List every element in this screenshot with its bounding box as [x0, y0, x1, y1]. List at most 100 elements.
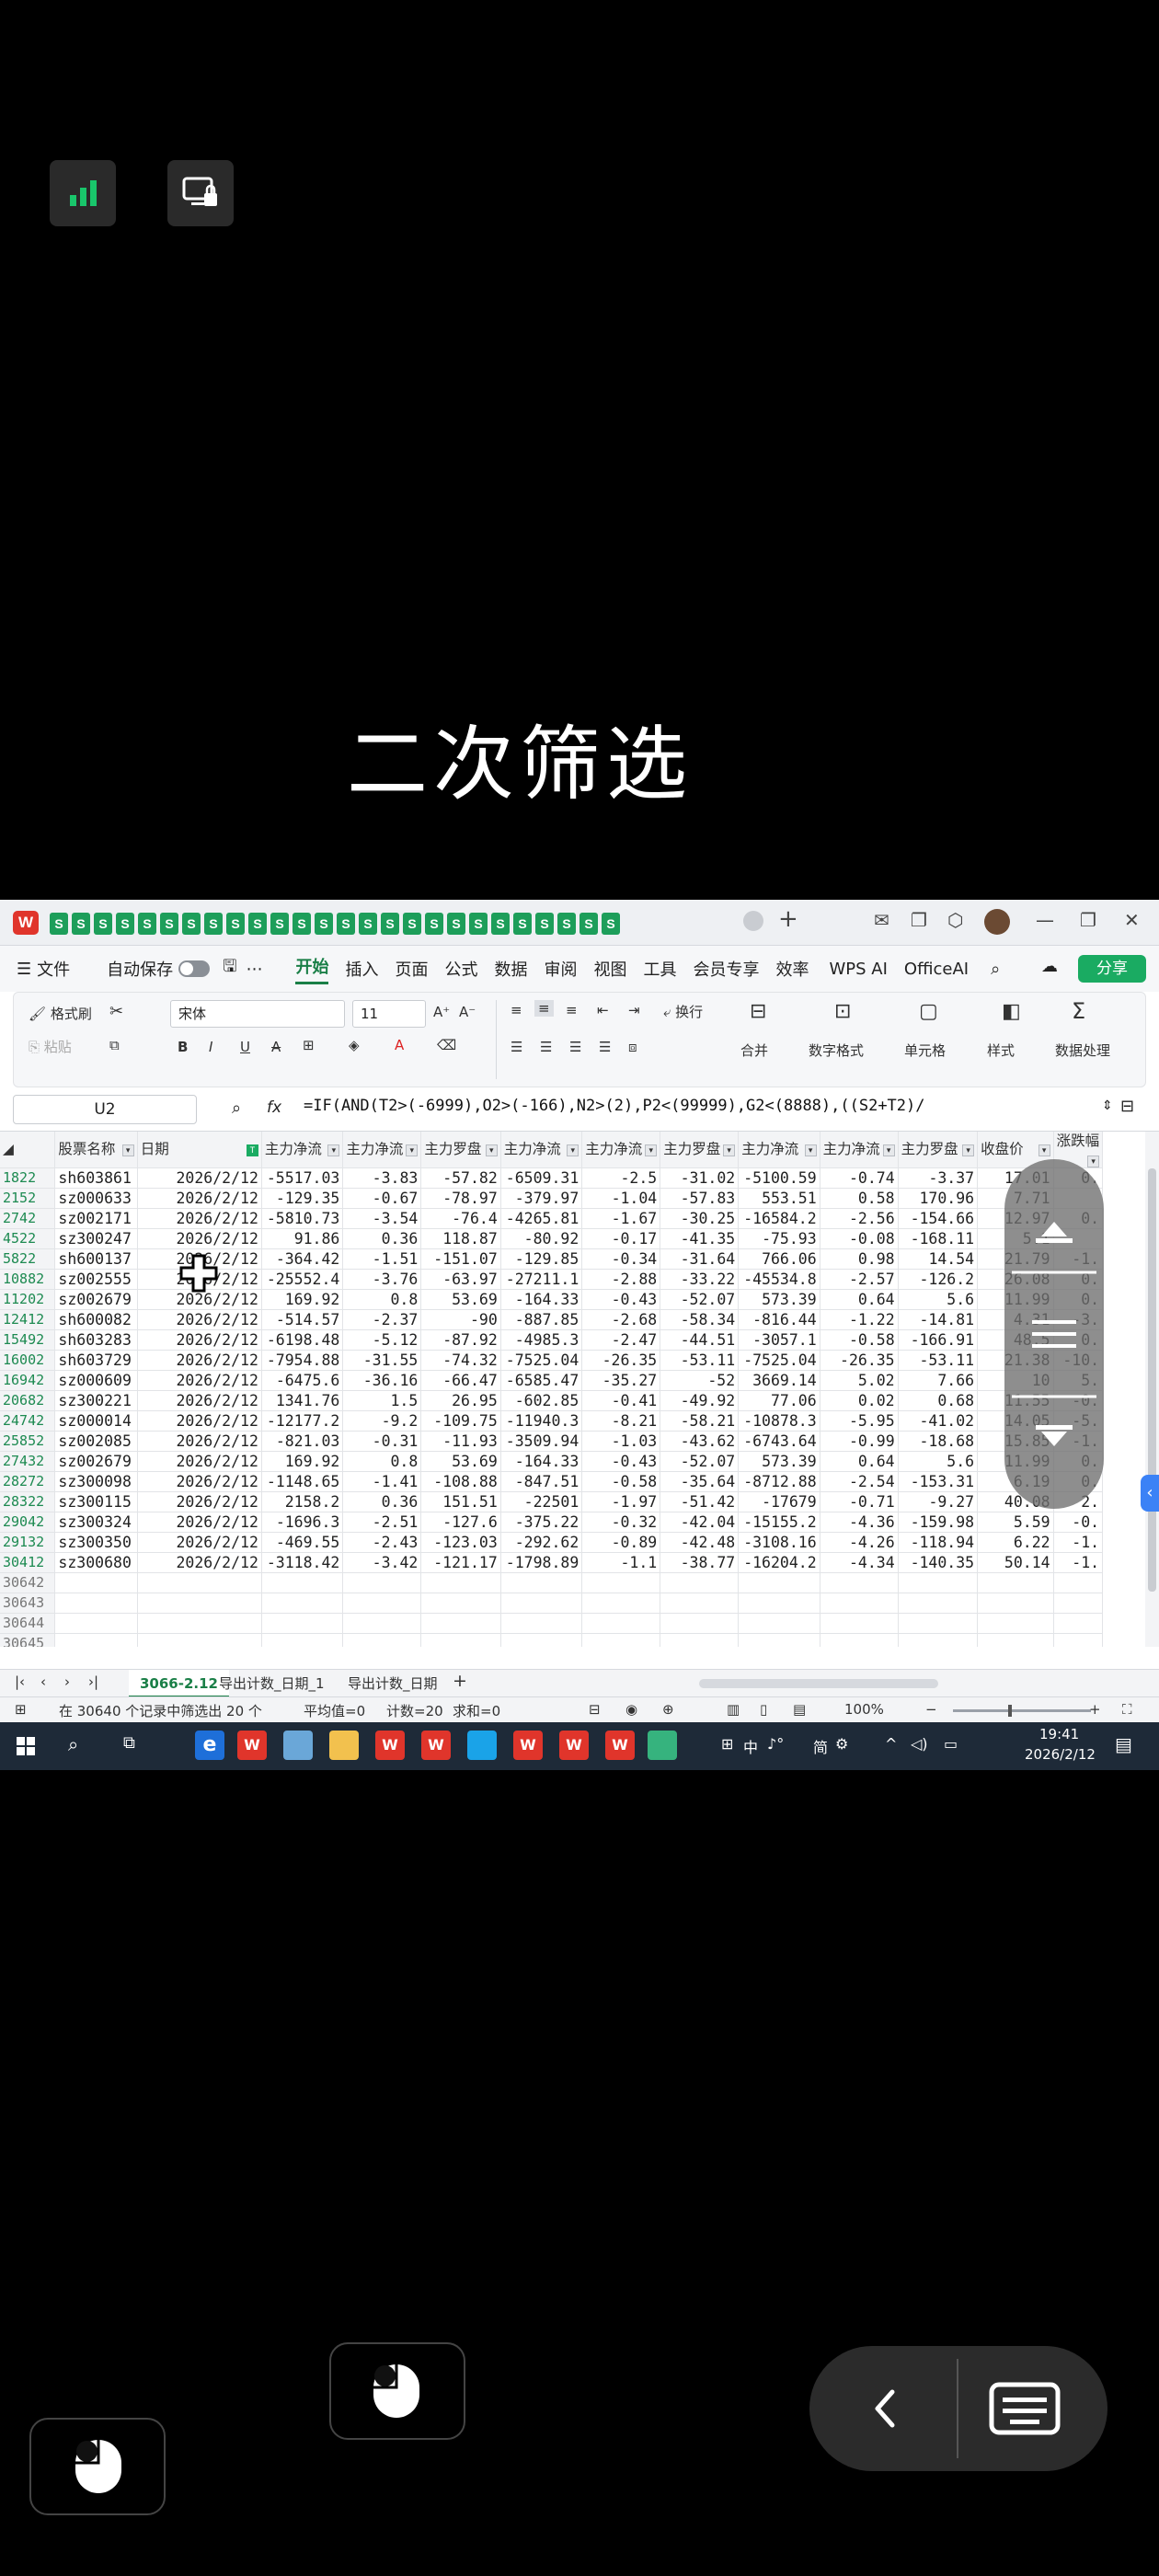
document-tab[interactable]: S [138, 913, 156, 935]
number-format-icon[interactable]: ⊡ [834, 1000, 851, 1023]
table-cell[interactable] [137, 1613, 262, 1634]
table-cell[interactable] [500, 1613, 583, 1634]
table-cell[interactable]: -31.55 [342, 1350, 422, 1371]
table-cell[interactable] [54, 1633, 138, 1647]
table-cell[interactable] [342, 1593, 422, 1614]
settings-icon[interactable]: ⚙ [835, 1735, 848, 1753]
table-cell[interactable]: 553.51 [738, 1188, 820, 1209]
table-cell[interactable] [581, 1613, 661, 1634]
table-cell[interactable]: -2.37 [342, 1309, 422, 1330]
table-cell[interactable]: 0.68 [898, 1390, 979, 1411]
table-cell[interactable]: 2026/2/12 [137, 1552, 262, 1573]
table-cell[interactable] [898, 1613, 979, 1634]
table-cell[interactable]: sz002171 [54, 1208, 138, 1229]
align-right-icon[interactable]: ☰ [569, 1039, 581, 1055]
table-cell[interactable] [898, 1633, 979, 1647]
table-cell[interactable]: -41.02 [898, 1410, 979, 1432]
menu-file[interactable]: 文件 [37, 957, 70, 981]
style-button[interactable]: 样式 [987, 1041, 1015, 1060]
table-cell[interactable]: -2.47 [581, 1329, 661, 1351]
clock-time[interactable]: 19:41 [1039, 1726, 1079, 1742]
table-cell[interactable]: -2.68 [581, 1309, 661, 1330]
table-cell[interactable] [137, 1572, 262, 1593]
table-cell[interactable]: -168.11 [898, 1228, 979, 1249]
table-cell[interactable]: -292.62 [500, 1532, 583, 1553]
format-painter-button[interactable]: 🖌 格式刷 [29, 1004, 92, 1023]
table-cell[interactable]: 91.86 [261, 1228, 344, 1249]
table-cell[interactable] [660, 1572, 740, 1593]
macro-icon[interactable]: ⊞ [15, 1701, 27, 1718]
row-number[interactable]: 12412 [0, 1309, 56, 1330]
table-cell[interactable]: -51.42 [660, 1491, 740, 1512]
table-cell[interactable]: 118.87 [420, 1228, 501, 1249]
table-cell[interactable]: -6475.6 [261, 1370, 344, 1391]
table-cell[interactable]: 0.36 [342, 1491, 422, 1512]
table-cell[interactable]: 1.5 [342, 1390, 422, 1411]
table-cell[interactable] [660, 1633, 740, 1647]
table-cell[interactable]: -109.75 [420, 1410, 501, 1432]
table-cell[interactable]: sz000609 [54, 1370, 138, 1391]
zoom-in-icon[interactable]: + [1089, 1701, 1101, 1718]
table-cell[interactable]: sh603729 [54, 1350, 138, 1371]
side-collapse-tab[interactable]: ‹ [1141, 1475, 1159, 1512]
fullscreen-icon[interactable]: ⛶ [1122, 1701, 1132, 1718]
back-arrow-icon[interactable] [865, 2386, 909, 2431]
table-cell[interactable]: -164.33 [500, 1289, 583, 1310]
column-header[interactable]: 主力净流 ▾ [738, 1132, 820, 1168]
table-cell[interactable]: -49.92 [660, 1390, 740, 1411]
formula-input[interactable]: =IF(AND(T2>(-6999),O2>(-166),N2>(2),P2<(… [304, 1097, 925, 1115]
document-tab[interactable]: S [204, 913, 223, 935]
table-cell[interactable]: -140.35 [898, 1552, 979, 1573]
table-cell[interactable] [420, 1613, 501, 1634]
table-cell[interactable]: 0.58 [820, 1188, 899, 1209]
table-cell[interactable]: -2.43 [342, 1532, 422, 1553]
table-cell[interactable]: -53.11 [660, 1350, 740, 1371]
table-cell[interactable]: 2026/2/12 [137, 1491, 262, 1512]
table-cell[interactable] [977, 1593, 1054, 1614]
filter-dropdown-icon[interactable]: ▾ [1038, 1144, 1050, 1156]
table-cell[interactable] [581, 1633, 661, 1647]
table-cell[interactable]: -0.41 [581, 1390, 661, 1411]
table-cell[interactable]: -10878.3 [738, 1410, 820, 1432]
table-cell[interactable]: -3057.1 [738, 1329, 820, 1351]
table-cell[interactable]: -7525.04 [500, 1350, 583, 1371]
zoom-slider-thumb[interactable] [1008, 1705, 1012, 1717]
table-cell[interactable]: -33.22 [660, 1269, 740, 1290]
wps-taskbar-icon[interactable]: W [375, 1731, 405, 1760]
table-cell[interactable]: -0. [1053, 1512, 1104, 1533]
table-cell[interactable]: 2026/2/12 [137, 1329, 262, 1351]
column-header[interactable]: 股票名称 ▾ [54, 1132, 138, 1168]
row-number[interactable]: 5822 [0, 1248, 56, 1270]
mouse-mode-button-alt[interactable] [29, 2418, 166, 2515]
table-cell[interactable]: 2026/2/12 [137, 1309, 262, 1330]
table-cell[interactable] [660, 1593, 740, 1614]
document-tab[interactable]: S [226, 913, 245, 935]
table-cell[interactable]: -1.1 [581, 1552, 661, 1573]
table-cell[interactable]: -3.42 [342, 1552, 422, 1573]
table-cell[interactable]: -52 [660, 1370, 740, 1391]
table-cell[interactable]: 2026/2/12 [137, 1208, 262, 1229]
sheet-tab-active[interactable]: 3066-2.12 [129, 1670, 229, 1697]
table-cell[interactable]: -1.41 [342, 1471, 422, 1492]
table-cell[interactable] [342, 1572, 422, 1593]
expand-icon[interactable]: ⇕ [1102, 1098, 1113, 1113]
table-cell[interactable] [137, 1593, 262, 1614]
document-tab[interactable]: S [337, 913, 355, 935]
table-cell[interactable]: -22501 [500, 1491, 583, 1512]
table-cell[interactable] [738, 1613, 820, 1634]
table-cell[interactable]: -5.95 [820, 1410, 899, 1432]
filter-dropdown-icon[interactable]: ▾ [406, 1144, 419, 1156]
column-header[interactable]: 主力净流 ▾ [820, 1132, 899, 1168]
number-format-button[interactable]: 数字格式 [809, 1041, 864, 1060]
wps-taskbar-icon[interactable]: W [513, 1731, 543, 1760]
row-number[interactable]: 11202 [0, 1289, 56, 1310]
share-button[interactable]: 分享 [1078, 955, 1146, 983]
table-cell[interactable] [1053, 1593, 1104, 1614]
document-tab[interactable]: S [72, 913, 90, 935]
table-cell[interactable]: -4.26 [820, 1532, 899, 1553]
document-tab[interactable]: S [557, 913, 576, 935]
table-cell[interactable]: -57.83 [660, 1188, 740, 1209]
table-cell[interactable]: 5.6 [898, 1289, 979, 1310]
table-cell[interactable]: 2158.2 [261, 1491, 344, 1512]
sheet-prev-icon[interactable]: ‹ [40, 1673, 46, 1690]
